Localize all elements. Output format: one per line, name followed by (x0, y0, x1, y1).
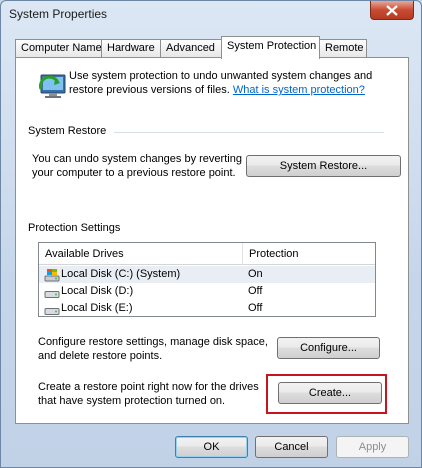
tab-remote[interactable]: Remote (319, 39, 367, 58)
system-protection-icon (39, 74, 66, 98)
drive-name: Local Disk (D:) (61, 285, 134, 297)
close-icon (386, 4, 398, 16)
cancel-button[interactable]: Cancel (255, 436, 328, 458)
system-restore-label: System Restore (28, 125, 111, 137)
drives-list[interactable]: Available Drives Protection Local Disk (… (38, 242, 376, 317)
title-bar[interactable]: System Properties (1, 1, 421, 27)
drive-protection-status: On (248, 268, 263, 280)
drive-protection-status: Off (248, 285, 263, 297)
section-divider (114, 132, 384, 133)
apply-button[interactable]: Apply (336, 436, 409, 458)
ok-button[interactable]: OK (175, 436, 248, 458)
system-restore-button[interactable]: System Restore... (246, 155, 401, 177)
tab-hardware[interactable]: Hardware (101, 39, 161, 58)
what-is-system-protection-link[interactable]: What is system protection? (233, 84, 365, 96)
drive-icon (44, 308, 60, 315)
system-restore-description: You can undo system changes by reverting… (32, 153, 242, 179)
close-button[interactable] (370, 1, 414, 20)
system-properties-window: System Properties Computer Name Hardware… (0, 0, 422, 468)
system-protection-panel: Use system protection to undo unwanted s… (15, 57, 409, 424)
column-available-drives[interactable]: Available Drives (39, 243, 242, 265)
drive-protection-status: Off (248, 302, 263, 314)
create-highlight-box (266, 374, 387, 414)
column-protection[interactable]: Protection (243, 243, 373, 265)
drive-name: Local Disk (C:) (System) (61, 268, 181, 280)
tab-advanced[interactable]: Advanced (160, 39, 222, 58)
drive-row[interactable]: Local Disk (D:) Off (39, 283, 375, 300)
create-description: Create a restore point right now for the… (38, 381, 259, 407)
system-drive-icon (44, 269, 60, 282)
drives-list-header: Available Drives Protection (39, 243, 375, 265)
configure-button[interactable]: Configure... (277, 337, 380, 359)
protection-settings-label: Protection Settings (28, 222, 125, 234)
window-title: System Properties (9, 7, 108, 21)
configure-description: Configure restore settings, manage disk … (38, 336, 268, 362)
intro-text: Use system protection to undo unwanted s… (69, 69, 399, 97)
drive-row[interactable]: Local Disk (C:) (System) On (39, 266, 375, 283)
tab-system-protection[interactable]: System Protection (221, 36, 320, 59)
tab-computer-name[interactable]: Computer Name (15, 39, 102, 58)
drive-name: Local Disk (E:) (61, 302, 133, 314)
drive-row[interactable]: Local Disk (E:) Off (39, 300, 375, 316)
